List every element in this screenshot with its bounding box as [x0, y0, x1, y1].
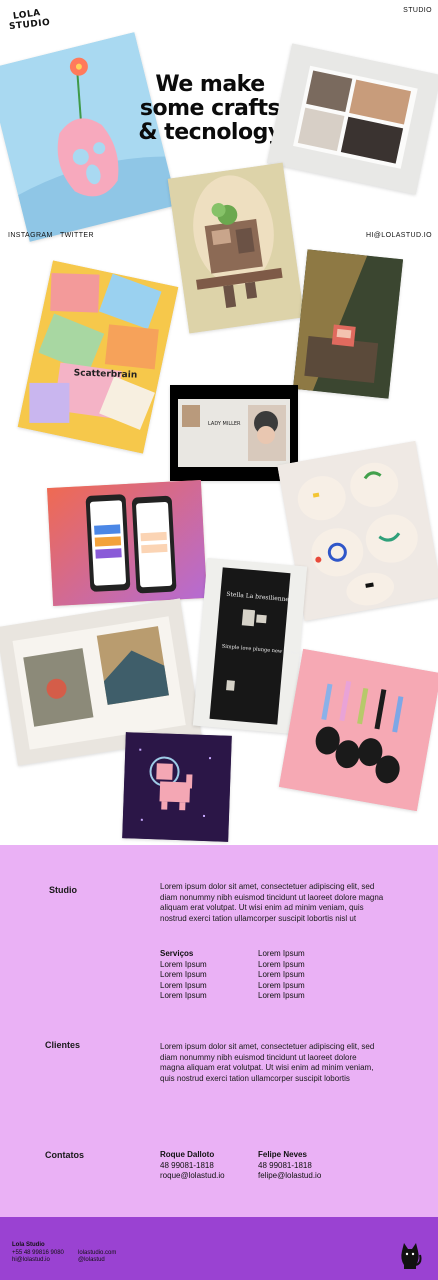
servicos-column-2: Lorem Ipsum Lorem Ipsum Lorem Ipsum Lore… — [258, 949, 305, 1002]
scatterbrain-collage: Scatterbrain — [17, 260, 179, 454]
contact-email[interactable]: roque@lolastud.io — [160, 1171, 225, 1182]
info-section: Studio Lorem ipsum dolor sit amet, conse… — [0, 845, 438, 1217]
studio-label: Studio — [49, 885, 77, 895]
clientes-label: Clientes — [45, 1040, 81, 1050]
hero-title: We make some crafts & tecnology — [130, 73, 290, 145]
servicos-item: Lorem Ipsum — [160, 959, 207, 969]
contact-email[interactable]: felipe@lolastud.io — [258, 1171, 321, 1182]
footer-email[interactable]: hi@lolastud.io — [12, 1257, 64, 1265]
poster-illustration: Stella La bresilienne Simple love plunge… — [192, 557, 308, 735]
footer-phone[interactable]: +55 48 99816 9080 — [12, 1250, 64, 1258]
instagram-link[interactable]: INSTAGRAM — [8, 232, 53, 239]
candle-holders-image[interactable] — [278, 648, 438, 812]
brand-logo[interactable]: LOLA STUDIO — [9, 8, 51, 34]
candles-illustration — [278, 648, 438, 812]
footer: Lola Studio +55 48 99816 9080 hi@lolastu… — [0, 1217, 438, 1280]
servicos-item: Lorem Ipsum — [160, 980, 207, 990]
poster-stella-image[interactable]: Stella La bresilienne Simple love plunge… — [192, 557, 308, 735]
nav-studio-link[interactable]: STUDIO — [403, 7, 432, 14]
footer-name: Lola Studio — [12, 1242, 45, 1248]
servicos-column-1: Serviços Lorem Ipsum Lorem Ipsum Lorem I… — [160, 949, 207, 1002]
lady-miller-label: LADY MILLER — [208, 421, 241, 427]
contatos-label: Contatos — [45, 1150, 84, 1160]
footer-contact: Lola Studio +55 48 99816 9080 hi@lolastu… — [12, 1242, 64, 1265]
footer-links: lolastudio.com @lolastud — [78, 1250, 116, 1265]
contact-roque: Roque Dalloto 48 99081-1818 roque@lolast… — [160, 1150, 225, 1182]
mobile-app-image[interactable] — [47, 480, 207, 606]
cat-icon — [398, 1241, 422, 1271]
game-room-image[interactable] — [292, 249, 404, 399]
servicos-item: Lorem Ipsum — [258, 949, 305, 958]
footer-handle-link[interactable]: @lolastud — [78, 1257, 116, 1265]
contact-phone[interactable]: 48 99081-1818 — [258, 1161, 321, 1172]
contact-felipe: Felipe Neves 48 99081-1818 felipe@lolast… — [258, 1150, 321, 1182]
photo-prints-illustration — [266, 43, 438, 195]
robot-illustration — [167, 162, 305, 334]
pixel-cat-image[interactable] — [122, 732, 232, 842]
game-room-illustration — [292, 249, 404, 399]
pixel-cat-illustration — [122, 732, 232, 842]
servicos-item: Lorem Ipsum — [160, 991, 207, 1000]
contact-name: Roque Dalloto — [160, 1150, 215, 1159]
contact-phone[interactable]: 48 99081-1818 — [160, 1161, 225, 1172]
scatterbrain-image[interactable]: Scatterbrain — [17, 260, 179, 454]
servicos-item: Lorem Ipsum — [258, 980, 305, 990]
servicos-item: Lorem Ipsum — [160, 970, 207, 979]
twitter-link[interactable]: TWITTER — [60, 232, 94, 239]
hero-title-line-1: We make — [155, 72, 265, 97]
servicos-label: Serviços — [160, 949, 194, 958]
photo-spread-image[interactable] — [266, 43, 438, 195]
email-link[interactable]: HI@LOLASTUD.IO — [366, 232, 432, 239]
footer-site-link[interactable]: lolastudio.com — [78, 1250, 116, 1258]
servicos-item: Lorem Ipsum — [258, 991, 305, 1000]
mobile-app-mockup — [47, 480, 207, 606]
studio-text: Lorem ipsum dolor sit amet, consectetuer… — [160, 882, 384, 923]
hero-title-line-2: some crafts — [139, 96, 281, 121]
clientes-text: Lorem ipsum dolor sit amet, consectetuer… — [160, 1042, 375, 1083]
contact-name: Felipe Neves — [258, 1150, 307, 1159]
hero-title-line-3: & tecnology — [138, 120, 282, 145]
servicos-item: Lorem Ipsum — [258, 959, 305, 969]
robot-illustration-image[interactable] — [167, 162, 305, 334]
servicos-item: Lorem Ipsum — [258, 970, 305, 979]
